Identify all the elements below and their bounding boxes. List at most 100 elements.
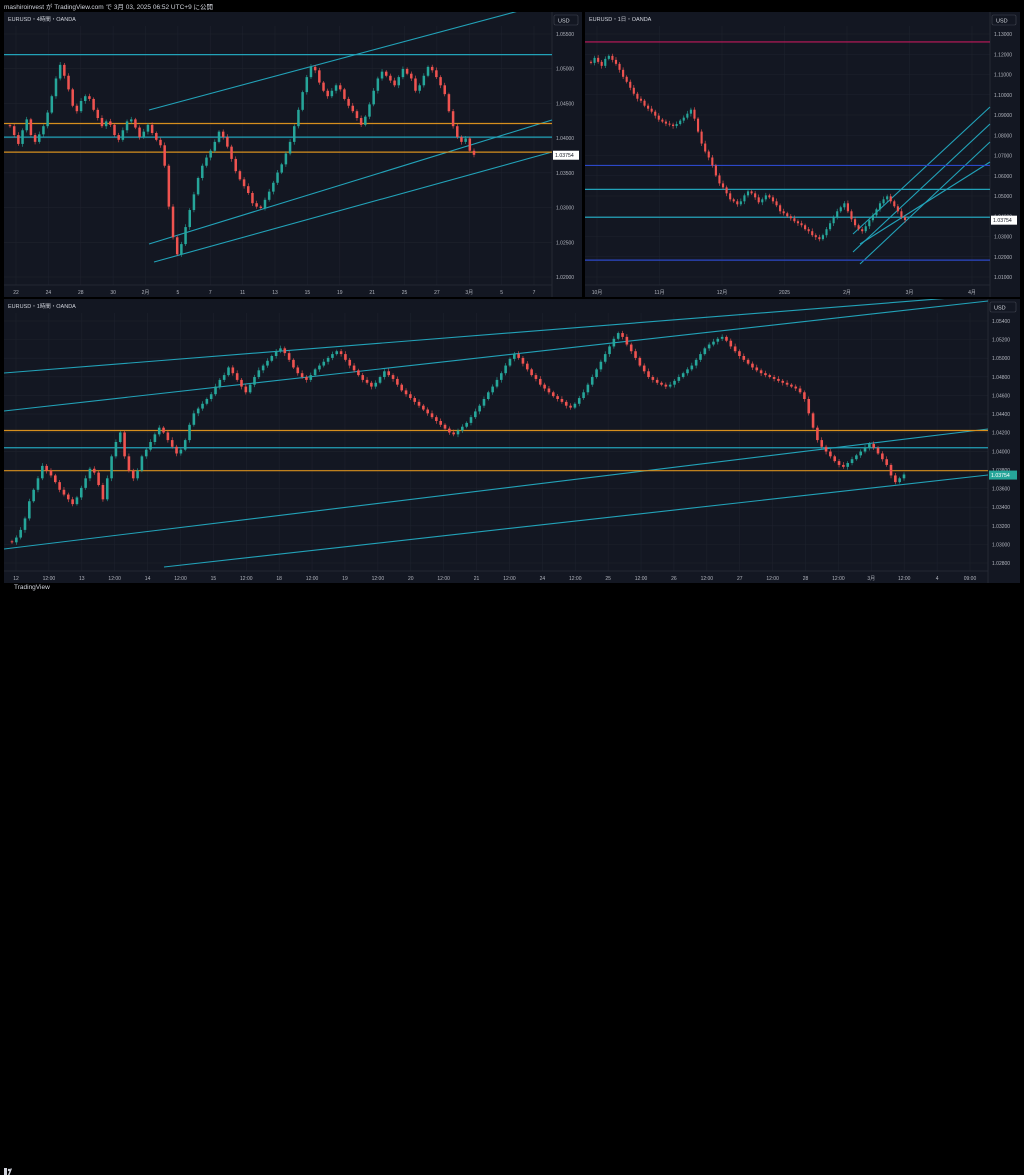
x-tick-label: 12:00 bbox=[569, 576, 582, 582]
current-price-label: 1.03754 bbox=[555, 153, 574, 159]
candle-body bbox=[898, 478, 901, 483]
y-tick-label: 1.03400 bbox=[992, 505, 1010, 511]
trend-channel-line bbox=[148, 12, 517, 111]
y-tick-label: 1.12000 bbox=[994, 52, 1012, 58]
candle-body bbox=[58, 482, 61, 490]
candle-body bbox=[32, 489, 35, 502]
candle-body bbox=[474, 411, 477, 418]
chart-canvas-4h[interactable]: 1.05500 1.05000 1.04500 1.04000 1.03500 1.030… bbox=[4, 12, 582, 297]
candle-body bbox=[393, 80, 396, 86]
x-tick-label: 7 bbox=[209, 290, 212, 296]
candle-body bbox=[213, 141, 217, 151]
candle-body bbox=[179, 449, 183, 454]
x-tick-label: 12:00 bbox=[437, 576, 450, 582]
chart-canvas-1h[interactable]: 1.05400 1.05200 1.05000 1.04800 1.04600 1.044… bbox=[4, 299, 1020, 583]
candle-body bbox=[824, 446, 828, 452]
candle-body bbox=[127, 456, 131, 471]
candle-body bbox=[175, 446, 178, 454]
y-tick-label: 1.05500 bbox=[556, 32, 574, 38]
candle-body bbox=[401, 68, 405, 78]
candle-body bbox=[134, 119, 137, 128]
y-tick-label: 1.03200 bbox=[992, 524, 1010, 530]
candle-body bbox=[10, 541, 14, 543]
candle-body bbox=[338, 85, 342, 90]
candle-body bbox=[136, 470, 139, 479]
candle-body bbox=[651, 377, 655, 380]
x-tick-label: 28 bbox=[78, 290, 84, 296]
candle-body bbox=[525, 363, 529, 370]
y-tick-label: 1.13000 bbox=[994, 32, 1012, 38]
candle-body bbox=[807, 399, 811, 414]
currency-label: USD bbox=[558, 19, 570, 25]
candle-body bbox=[318, 70, 321, 83]
candle-body bbox=[608, 346, 611, 355]
candle-body bbox=[247, 186, 250, 193]
candle-body bbox=[105, 478, 109, 500]
candle-body bbox=[742, 356, 746, 360]
candle-body bbox=[155, 133, 158, 140]
candle-body bbox=[435, 70, 438, 78]
candle-body bbox=[417, 401, 421, 406]
candle-body bbox=[886, 196, 889, 200]
candle-body bbox=[201, 403, 204, 409]
candle-body bbox=[355, 111, 359, 119]
candle-body bbox=[768, 195, 771, 198]
candle-body bbox=[607, 55, 610, 59]
candle-body bbox=[142, 131, 146, 138]
candle-body bbox=[732, 199, 735, 202]
chart-panel-1h[interactable]: 1.05400 1.05200 1.05000 1.04800 1.04600 1.044… bbox=[4, 299, 1020, 583]
candle-body bbox=[209, 394, 213, 399]
chart-canvas-1d[interactable]: 1.13000 1.12000 1.11000 1.10000 1.09000 1.080… bbox=[585, 12, 1020, 297]
x-tick-label: 19 bbox=[337, 290, 343, 296]
candle-body bbox=[689, 109, 692, 114]
candle-body bbox=[754, 193, 757, 198]
chart-panel-1d[interactable]: 1.13000 1.12000 1.11000 1.10000 1.09000 1.080… bbox=[585, 12, 1020, 297]
x-tick-label: 18 bbox=[276, 576, 282, 582]
candle-body bbox=[590, 377, 594, 385]
candle-body bbox=[864, 226, 867, 232]
candle-body bbox=[638, 357, 642, 366]
candle-body bbox=[712, 341, 715, 345]
candle-body bbox=[296, 367, 300, 374]
candle-body bbox=[582, 392, 585, 399]
candle-body bbox=[46, 112, 49, 127]
candle-body bbox=[266, 360, 269, 366]
candle-body bbox=[871, 215, 874, 221]
candle-body bbox=[612, 338, 616, 347]
candle-body bbox=[622, 69, 625, 77]
candle-body bbox=[175, 237, 179, 255]
candle-body bbox=[661, 119, 664, 122]
candle-body bbox=[439, 77, 442, 86]
candle-body bbox=[113, 124, 116, 136]
candle-body bbox=[280, 164, 283, 173]
x-tick-label: 4月 bbox=[968, 290, 976, 296]
candle-body bbox=[850, 459, 854, 464]
candle-body bbox=[426, 409, 429, 414]
candle-body bbox=[616, 333, 620, 339]
candle-body bbox=[764, 195, 767, 200]
candle-body bbox=[36, 478, 40, 490]
candle-body bbox=[42, 126, 45, 135]
y-tick-label: 1.05000 bbox=[556, 67, 574, 73]
x-tick-label: 2月 bbox=[843, 290, 851, 296]
candle-body bbox=[397, 77, 401, 86]
candle-body bbox=[569, 405, 572, 408]
y-tick-label: 1.10000 bbox=[994, 93, 1012, 99]
candle-body bbox=[504, 365, 507, 374]
chart-panel-4h[interactable]: 1.05500 1.05000 1.04500 1.04000 1.03500 1.030… bbox=[4, 12, 582, 297]
candle-body bbox=[682, 117, 685, 121]
candle-body bbox=[357, 370, 360, 376]
candle-body bbox=[902, 474, 906, 479]
candle-body bbox=[655, 379, 659, 383]
candle-body bbox=[376, 78, 380, 91]
candle-body bbox=[893, 201, 896, 207]
candle-body bbox=[389, 75, 392, 81]
candle-body bbox=[746, 191, 750, 196]
candle-body bbox=[71, 499, 74, 505]
tradingview-brand: TradingView bbox=[14, 584, 50, 591]
y-tick-label: 1.06000 bbox=[994, 174, 1012, 180]
x-tick-label: 12:00 bbox=[766, 576, 779, 582]
candle-body bbox=[736, 201, 739, 205]
candle-body bbox=[368, 104, 371, 117]
currency-label: USD bbox=[994, 306, 1006, 312]
